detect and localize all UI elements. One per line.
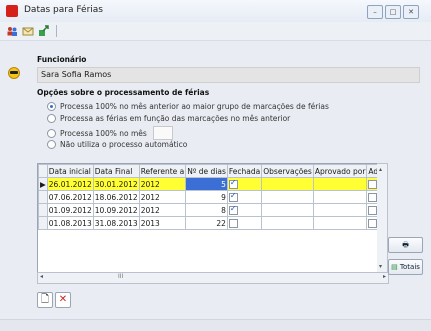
scroll-thumb[interactable]: III	[118, 273, 123, 280]
status-bar	[0, 319, 431, 331]
cell-end[interactable]: 18.06.2012	[92, 190, 140, 204]
totals-label: Totais	[399, 263, 420, 271]
window-title: Datas para Férias	[24, 5, 103, 15]
cell-notes[interactable]	[261, 216, 314, 230]
cell-start[interactable]: 01.08.2013	[46, 216, 94, 230]
cell-days[interactable]: 5	[185, 177, 228, 191]
scroll-left-icon[interactable]: ◂	[40, 273, 43, 280]
cell-days[interactable]: 22	[185, 216, 228, 230]
option-radio-1[interactable]: Processa 100% no mês anterior ao maior g…	[47, 102, 329, 111]
close-button[interactable]: ✕	[403, 5, 419, 19]
print-icon: 🖶	[402, 241, 409, 249]
col-header-approved[interactable]: Aprovado por	[312, 164, 368, 178]
toolbar	[0, 22, 431, 41]
table-row[interactable]: ▶ 26.01.2012 30.01.2012 2012 5	[38, 177, 378, 191]
closed-checkbox[interactable]	[228, 179, 238, 189]
table-row[interactable]: 01.09.2012 10.09.2012 2012 8	[38, 203, 378, 217]
export-icon[interactable]	[38, 25, 50, 37]
cell-closed[interactable]	[226, 216, 263, 230]
cell-notes[interactable]	[261, 190, 314, 204]
cell-closed[interactable]	[226, 190, 263, 204]
app-icon	[6, 5, 18, 17]
cell-ref[interactable]: 2012	[138, 177, 187, 191]
col-header-end[interactable]: Data Final	[92, 164, 140, 178]
col-header-start[interactable]: Data inicial	[46, 164, 94, 178]
scroll-down-icon[interactable]: ▾	[379, 263, 382, 270]
cell-start[interactable]: 07.06.2012	[46, 190, 94, 204]
print-button[interactable]: 🖶	[388, 237, 423, 253]
col-header-notes[interactable]: Observações	[261, 164, 314, 178]
cell-notes[interactable]	[261, 203, 314, 217]
new-button[interactable]: 🗋	[37, 292, 53, 308]
closed-checkbox[interactable]	[228, 218, 238, 228]
option-label: Processa 100% no mês	[60, 128, 147, 138]
scroll-up-icon[interactable]: ▴	[379, 166, 382, 173]
options-label: Opções sobre o processamento de férias	[37, 88, 210, 97]
cell-end[interactable]: 31.08.2013	[92, 216, 140, 230]
radio-button[interactable]	[47, 114, 56, 123]
delete-button[interactable]: ✕	[55, 292, 71, 308]
closed-checkbox[interactable]	[228, 192, 238, 202]
cell-days[interactable]: 9	[185, 190, 228, 204]
grid-header-corner	[38, 164, 48, 178]
col-header-days[interactable]: Nº de dias	[185, 164, 228, 178]
option-radio-2[interactable]: Processa as férias em função das marcaçõ…	[47, 114, 290, 123]
cell-closed[interactable]	[226, 203, 263, 217]
cell-end[interactable]: 10.09.2012	[92, 203, 140, 217]
table-row[interactable]: 07.06.2012 18.06.2012 2012 9	[38, 190, 378, 204]
cell-approved[interactable]	[312, 203, 368, 217]
employee-label: Funcionário	[37, 55, 87, 64]
option-label: Processa 100% no mês anterior ao maior g…	[60, 102, 329, 111]
cell-ref[interactable]: 2013	[138, 216, 187, 230]
cell-ref[interactable]: 2012	[138, 190, 187, 204]
option-label: Processa as férias em função das marcaçõ…	[60, 114, 291, 123]
row-marker	[38, 216, 48, 230]
radio-button[interactable]	[47, 128, 56, 138]
employee-icon	[8, 67, 20, 79]
employee-name-field[interactable]: Sara Sofia Ramos	[37, 67, 420, 83]
cell-closed[interactable]	[226, 177, 263, 191]
new-document-icon: 🗋	[40, 294, 50, 305]
col-header-closed[interactable]: Fechada	[226, 164, 263, 178]
cell-end[interactable]: 30.01.2012	[92, 177, 140, 191]
cell-ref[interactable]: 2012	[138, 203, 187, 217]
option-label: Não utiliza o processo automático	[60, 140, 188, 149]
row-marker: ▶	[38, 177, 48, 191]
scroll-right-icon[interactable]: ▸	[383, 273, 386, 280]
totals-button[interactable]: ▤ Totais	[388, 259, 423, 275]
title-bar: Datas para Férias – □ ✕	[0, 0, 431, 23]
radio-button[interactable]	[47, 140, 56, 149]
horizontal-scrollbar[interactable]: ◂ III ▸	[37, 272, 389, 284]
row-marker	[38, 203, 48, 217]
col-header-ref[interactable]: Referente a	[138, 164, 187, 178]
cell-approved[interactable]	[312, 177, 368, 191]
cell-days[interactable]: 8	[185, 203, 228, 217]
mail-icon[interactable]	[22, 25, 34, 37]
delete-icon: ✕	[58, 294, 68, 305]
radio-button[interactable]	[47, 102, 56, 111]
users-icon[interactable]	[6, 25, 18, 37]
cell-notes[interactable]	[261, 177, 314, 191]
row-marker	[38, 190, 48, 204]
option-radio-3[interactable]: Processa 100% no mês	[47, 126, 173, 140]
totals-icon: ▤	[391, 263, 398, 271]
minimize-button[interactable]: –	[367, 5, 383, 19]
closed-checkbox[interactable]	[228, 205, 238, 215]
cell-approved[interactable]	[312, 216, 368, 230]
vertical-scrollbar[interactable]: ▴ ▾	[377, 163, 388, 273]
maximize-button[interactable]: □	[385, 5, 401, 19]
option-radio-4[interactable]: Não utiliza o processo automático	[47, 140, 187, 149]
cell-start[interactable]: 01.09.2012	[46, 203, 94, 217]
vacation-grid[interactable]: Data inicial Data Final Referente a Nº d…	[37, 163, 379, 273]
cell-approved[interactable]	[312, 190, 368, 204]
table-row[interactable]: 01.08.2013 31.08.2013 2013 22	[38, 216, 378, 230]
cell-start[interactable]: 26.01.2012	[46, 177, 94, 191]
month-input[interactable]	[152, 126, 173, 140]
